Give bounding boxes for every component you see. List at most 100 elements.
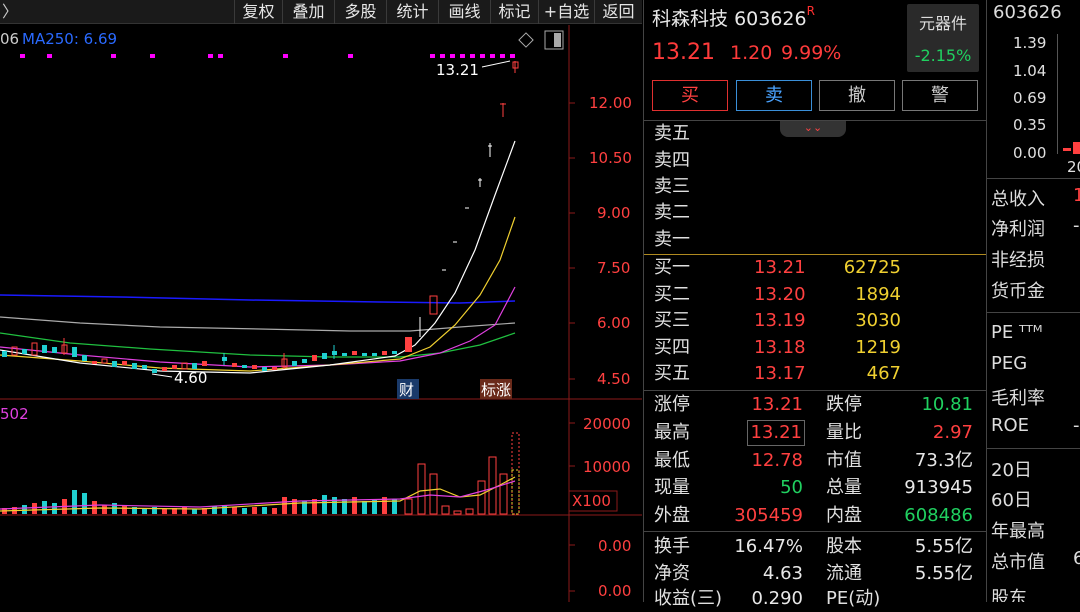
candle-down (82, 355, 87, 361)
f10-axis (1057, 34, 1058, 154)
candle-up (272, 367, 277, 370)
last-volume-value: 50 (780, 477, 803, 498)
diamond-icon[interactable] (518, 32, 534, 48)
f10-60day[interactable]: 60日 (991, 486, 1032, 512)
f10-value: - (1073, 415, 1080, 436)
f10-total-market-cap[interactable]: 总市值 (991, 548, 1045, 574)
stat-label: PE(动) (826, 588, 881, 609)
r-badge: R (806, 4, 815, 18)
f10-shareholders[interactable]: 股东 (991, 584, 1027, 602)
stat-label: 总量 (826, 477, 862, 498)
ask-2-label: 卖二 (654, 202, 690, 223)
candle-up (312, 355, 317, 361)
f10-tick-label: 0.35 (1013, 116, 1047, 134)
divider (644, 531, 986, 532)
toolbar-button-diejia[interactable]: 叠加 (282, 0, 334, 24)
ask-5-label: 卖五 (654, 123, 690, 144)
toolbar-button-biaoji[interactable]: 标记 (490, 0, 538, 24)
f10-value: 1 (1073, 185, 1080, 206)
limit-up-marker-label: 标涨 (481, 381, 511, 399)
candle-down (242, 365, 247, 368)
collapse-icon[interactable]: 〉 (2, 0, 18, 23)
volume-bar (82, 493, 87, 514)
f10-roe[interactable]: ROE (991, 415, 1029, 436)
quote-panel: 科森科技 603626R 13.21 1.20 9.99% 元器件 -2.15%… (643, 0, 986, 609)
f10-value: - (1073, 215, 1080, 236)
bid-5-price: 13.17 (754, 363, 806, 384)
volume-bar (162, 509, 167, 514)
f10-20day[interactable]: 20日 (991, 456, 1032, 482)
bid-3-label: 买三 (654, 310, 690, 331)
candle-up (162, 367, 167, 371)
volume-bar (22, 505, 27, 514)
toolbar-button-fanhui[interactable]: 返回 (594, 0, 642, 24)
f10-pe-ttm[interactable]: PE ᵀᵀᴹ (991, 322, 1043, 343)
candle-down (372, 353, 377, 356)
panel-toggle-icon[interactable] (544, 30, 564, 50)
ma5-line (0, 140, 516, 374)
lower-tick-label: 0.00 (598, 537, 631, 555)
volume-ma10 (0, 480, 516, 510)
candlesticks (2, 61, 519, 373)
bid-4-price: 13.18 (754, 337, 806, 358)
bid-1-volume: 62725 (843, 257, 901, 278)
price-tick-label: 9.00 (597, 204, 630, 222)
f10-tick-label: 1.04 (1013, 62, 1047, 80)
f10-cash[interactable]: 货币金 (991, 277, 1045, 303)
candle-up (31, 342, 38, 356)
kline-svg[interactable]: 06 MA250: 6.69 12.00 10.50 9.00 7.50 6.0… (0, 25, 642, 602)
toolbar-button-fuquan[interactable]: 复权 (234, 0, 282, 24)
price-tick-label: 4.50 (597, 370, 630, 388)
bid-3-volume: 3030 (855, 310, 901, 331)
toolbar-button-zixuan[interactable]: +自选 (538, 0, 594, 24)
eps-value: 0.290 (751, 588, 803, 609)
f10-bar (1073, 142, 1080, 154)
candle-down (42, 345, 47, 353)
expand-chevron-icon[interactable]: ⌄⌄ (780, 121, 846, 137)
f10-total-revenue[interactable]: 总收入 (991, 185, 1045, 211)
f10-net-profit[interactable]: 净利润 (991, 215, 1045, 241)
f10-bar (1063, 148, 1071, 151)
f10-non-recurring[interactable]: 非经损 (991, 246, 1045, 272)
f10-tick-label: 1.39 (1013, 34, 1047, 52)
kline-chart[interactable]: 06 MA250: 6.69 12.00 10.50 9.00 7.50 6.0… (0, 25, 642, 602)
price-change: 1.20 (730, 42, 773, 64)
toolbar-button-huaxian[interactable]: 画线 (438, 0, 490, 24)
candle-down (72, 347, 77, 357)
candle-down (322, 353, 327, 359)
candle-up (352, 351, 357, 355)
sector-box[interactable]: 元器件 -2.15% (907, 4, 979, 72)
volume-bar (322, 495, 327, 514)
buy-button[interactable]: 买 (652, 80, 728, 111)
divider (644, 120, 986, 121)
low-arrow (151, 373, 173, 378)
toolbar-button-tongji[interactable]: 统计 (386, 0, 438, 24)
volume-tick-label: 10000 (583, 458, 631, 476)
volume-bar (453, 510, 462, 515)
limit-down-value: 10.81 (921, 394, 973, 415)
sell-button[interactable]: 卖 (736, 80, 812, 111)
volume-ratio-value: 2.97 (932, 422, 973, 443)
stock-name: 科森科技 (652, 8, 729, 30)
f10-gross-margin[interactable]: 毛利率 (991, 384, 1045, 410)
stock-code: 603626 (734, 8, 807, 30)
volume-bar (222, 505, 227, 514)
candle-up (122, 361, 127, 365)
stat-label: 股本 (826, 536, 862, 557)
toolbar-button-duogu[interactable]: 多股 (334, 0, 386, 24)
high-value: 13.21 (747, 420, 805, 446)
f10-peg[interactable]: PEG (991, 353, 1027, 374)
candle-down (302, 359, 307, 363)
bid-3-price: 13.19 (754, 310, 806, 331)
divider (987, 312, 1080, 313)
volume-bar (242, 508, 247, 514)
f10-year-high[interactable]: 年最高 (991, 517, 1045, 543)
low-price-annotation: 4.60 (174, 369, 207, 387)
volume-bar (192, 509, 197, 514)
cancel-order-button[interactable]: 撤 (819, 80, 895, 111)
volume-bar (282, 497, 287, 514)
price-tick-label: 6.00 (597, 314, 630, 332)
ask-3-label: 卖三 (654, 176, 690, 197)
alert-button[interactable]: 警 (902, 80, 978, 111)
f10-tick-label: 0.69 (1013, 89, 1047, 107)
